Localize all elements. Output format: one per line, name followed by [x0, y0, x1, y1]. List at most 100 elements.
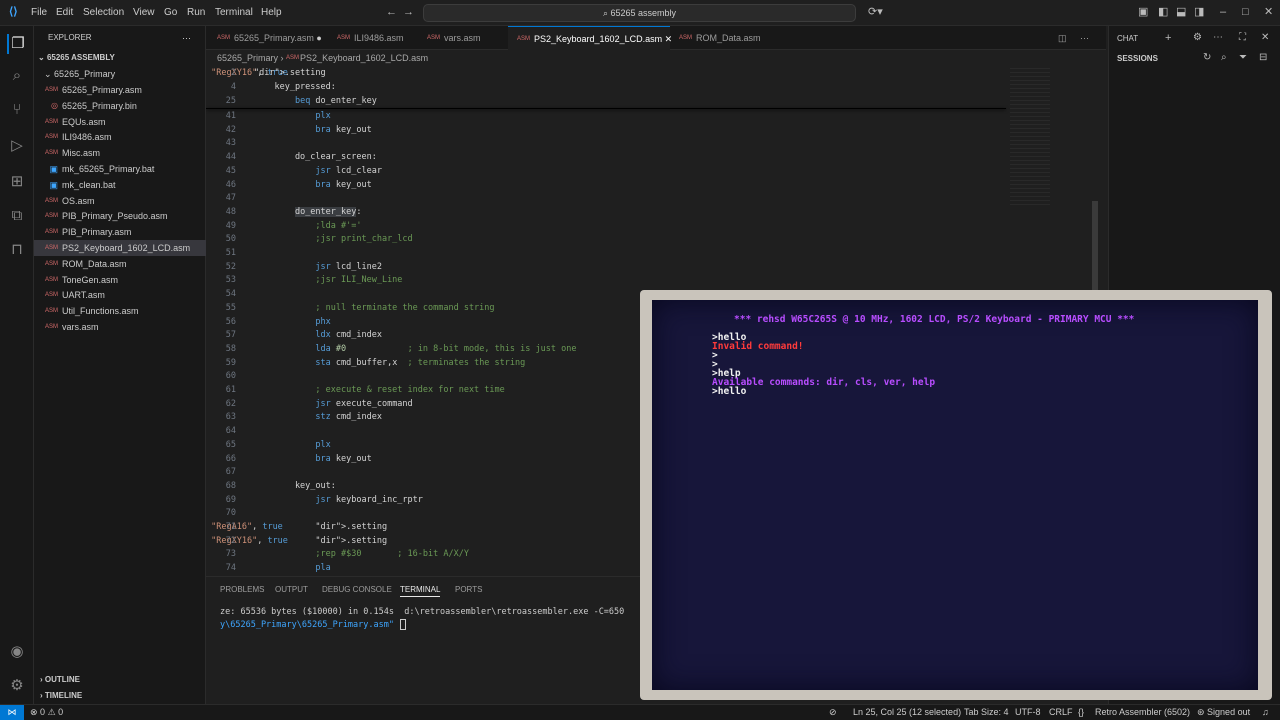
file-item[interactable]: ASM ILI9486.asm: [34, 129, 206, 145]
file-item[interactable]: ▣ mk_65265_Primary.bat: [34, 161, 206, 177]
more-actions-icon[interactable]: ⋯: [182, 30, 202, 46]
menu-edit[interactable]: Edit: [56, 7, 73, 18]
tab-output[interactable]: OUTPUT: [275, 585, 308, 594]
close-icon[interactable]: ✕: [1264, 5, 1273, 19]
code-line[interactable]: 51: [206, 247, 1108, 260]
search-icon[interactable]: ⌕: [1221, 52, 1227, 63]
code-line[interactable]: 46 bra key_out: [206, 179, 1108, 192]
menu-terminal[interactable]: Terminal: [215, 7, 253, 18]
remote-indicator-icon[interactable]: ⋈: [0, 705, 24, 720]
tab-size[interactable]: Tab Size: 4: [964, 705, 1009, 720]
file-item[interactable]: ASM 65265_Primary.asm: [34, 82, 206, 98]
toggle-sidebar-icon[interactable]: ◧: [1158, 5, 1168, 19]
file-item[interactable]: ASM PS2_Keyboard_1602_LCD.asm: [34, 240, 206, 256]
menu-view[interactable]: View: [133, 7, 155, 18]
refresh-icon[interactable]: ↻: [1203, 52, 1211, 63]
code-line[interactable]: 53 ;jsr ILI_New_Line: [206, 274, 1108, 287]
workspace-root[interactable]: ⌄ 65265 ASSEMBLY: [34, 50, 206, 66]
code-line[interactable]: 52 jsr lcd_line2: [206, 261, 1108, 274]
menu-file[interactable]: File: [31, 7, 47, 18]
file-item[interactable]: ASM Util_Functions.asm: [34, 303, 206, 319]
language-mode[interactable]: Retro Assembler (6502): [1095, 705, 1190, 720]
editor-scrollbar[interactable]: [1092, 201, 1098, 291]
encoding[interactable]: UTF-8: [1015, 705, 1041, 720]
collapse-icon[interactable]: ⊟: [1259, 52, 1267, 63]
sticky-line[interactable]: 4 key_pressed:: [206, 81, 1108, 94]
tab-ports[interactable]: PORTS: [455, 585, 482, 594]
tab-vars[interactable]: ASM vars.asm: [418, 26, 508, 50]
explorer-icon[interactable]: ❐: [7, 34, 27, 54]
tab-ili9486[interactable]: ASM ILI9486.asm: [328, 26, 418, 50]
maximize-panel-icon[interactable]: ⛶: [1239, 32, 1246, 43]
outline-section[interactable]: › OUTLINE: [34, 672, 206, 688]
breadcrumb-folder[interactable]: 65265_Primary: [217, 53, 278, 63]
problems-indicator[interactable]: ⊗ 0 ⚠ 0: [30, 705, 63, 720]
tab-problems[interactable]: PROBLEMS: [220, 585, 264, 594]
file-item[interactable]: ASM UART.asm: [34, 287, 206, 303]
tab-65265-primary[interactable]: ASM 65265_Primary.asm ●: [206, 26, 326, 50]
file-item[interactable]: ASM ToneGen.asm: [34, 272, 206, 288]
sticky-line[interactable]: 2 "dir">.setting "RegXY16", true: [206, 67, 1108, 80]
back-arrow-icon[interactable]: ←: [386, 5, 397, 19]
account-status[interactable]: ⊛ Signed out: [1197, 705, 1250, 720]
more-actions-icon[interactable]: ⋯: [1080, 26, 1096, 50]
notifications-icon[interactable]: ♫: [1262, 705, 1269, 720]
code-line[interactable]: 49 ;lda #'=': [206, 220, 1108, 233]
copilot-icon[interactable]: ⟳▾: [868, 5, 883, 19]
tab-terminal[interactable]: TERMINAL: [400, 585, 441, 597]
file-item[interactable]: ◎ 65265_Primary.bin: [34, 98, 206, 114]
split-editor-icon[interactable]: ◫: [1058, 26, 1074, 50]
new-chat-icon[interactable]: +: [1165, 32, 1171, 44]
settings-icon[interactable]: ⚙: [7, 676, 27, 696]
tab-debug-console[interactable]: DEBUG CONSOLE: [322, 585, 392, 594]
close-panel-icon[interactable]: ✕: [1261, 32, 1269, 43]
file-item[interactable]: ASM vars.asm: [34, 319, 206, 335]
file-item[interactable]: ASM ROM_Data.asm: [34, 256, 206, 272]
code-line[interactable]: 50 ;jsr print_char_lcd: [206, 233, 1108, 246]
minimize-icon[interactable]: –: [1220, 5, 1226, 19]
code-line[interactable]: 41 plx: [206, 110, 1108, 123]
breadcrumb-file[interactable]: PS2_Keyboard_1602_LCD.asm: [300, 53, 428, 63]
line-number: 61: [225, 385, 236, 395]
folder-65265-primary[interactable]: ⌄ 65265_Primary: [34, 66, 206, 82]
code-line[interactable]: 42 bra key_out: [206, 124, 1108, 137]
search-icon[interactable]: ⌕: [7, 66, 27, 86]
cursor-position[interactable]: Ln 25, Col 25 (12 selected): [853, 705, 961, 720]
file-item[interactable]: ASM OS.asm: [34, 193, 206, 209]
file-item[interactable]: ASM EQUs.asm: [34, 114, 206, 130]
line-ending[interactable]: CRLF: [1049, 705, 1073, 720]
timeline-section[interactable]: › TIMELINE: [34, 688, 206, 704]
more-actions-icon[interactable]: ⋯: [1213, 32, 1223, 43]
menu-run[interactable]: Run: [187, 7, 205, 18]
file-item[interactable]: ASM PIB_Primary.asm: [34, 224, 206, 240]
tab-ps2-keyboard[interactable]: ASM PS2_Keyboard_1602_LCD.asm ✕: [508, 26, 672, 50]
file-item[interactable]: ▣ mk_clean.bat: [34, 177, 206, 193]
maximize-icon[interactable]: □: [1242, 5, 1249, 19]
menu-go[interactable]: Go: [164, 7, 177, 18]
customize-layout-icon[interactable]: ▣: [1138, 5, 1148, 19]
code-line[interactable]: 47: [206, 192, 1108, 205]
source-control-icon[interactable]: ⑂: [7, 100, 27, 120]
toggle-panel-icon[interactable]: ⬓: [1176, 5, 1186, 19]
file-item[interactable]: ASM Misc.asm: [34, 145, 206, 161]
toggle-secondary-sidebar-icon[interactable]: ◨: [1194, 5, 1204, 19]
run-debug-icon[interactable]: ▷: [7, 136, 27, 156]
account-icon[interactable]: ◉: [7, 642, 27, 662]
file-item[interactable]: ASM PIB_Primary_Pseudo.asm: [34, 208, 206, 224]
settings-icon[interactable]: ⚙: [1193, 32, 1202, 43]
command-center-search[interactable]: ⌕ 65265 assembly: [423, 4, 856, 22]
remote-icon[interactable]: ⧉: [7, 206, 27, 226]
code-line[interactable]: 45 jsr lcd_clear: [206, 165, 1108, 178]
tab-rom-data[interactable]: ASM ROM_Data.asm: [670, 26, 770, 50]
code-line[interactable]: 44 do_clear_screen:: [206, 151, 1108, 164]
extensions-icon[interactable]: ⊞: [7, 172, 27, 192]
forward-arrow-icon[interactable]: →: [403, 5, 414, 19]
bell-icon[interactable]: ⊘: [829, 705, 837, 720]
filter-icon[interactable]: ⏷: [1239, 52, 1247, 63]
code-line[interactable]: 48 do_enter_key:: [206, 206, 1108, 219]
code-line[interactable]: 43: [206, 137, 1108, 150]
sticky-line[interactable]: 25 beq do_enter_key: [206, 95, 1108, 108]
bookmark-icon[interactable]: ⊓: [7, 240, 27, 260]
menu-help[interactable]: Help: [261, 7, 282, 18]
menu-selection[interactable]: Selection: [83, 7, 124, 18]
